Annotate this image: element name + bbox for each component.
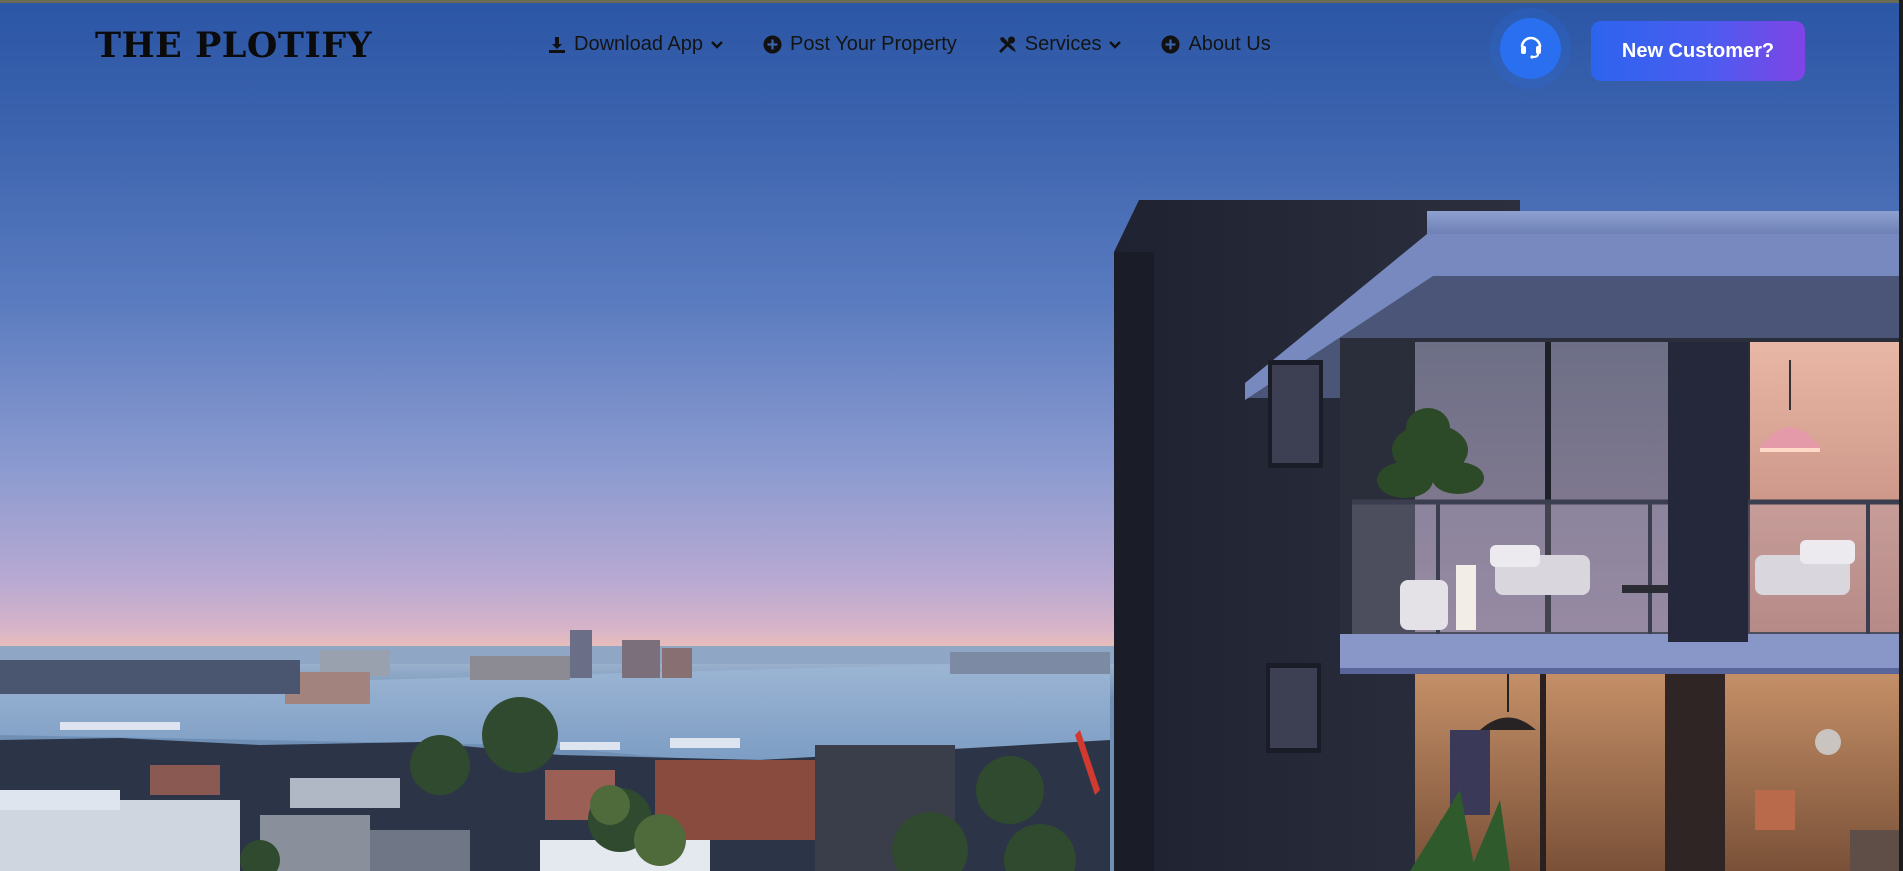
tools-icon: [997, 35, 1017, 55]
top-navbar: THE PLOTIFY Download App Post Your Prope…: [0, 3, 1903, 93]
nav-services[interactable]: Services: [997, 33, 1122, 56]
scrollbar[interactable]: [1899, 0, 1903, 871]
nav-post-property[interactable]: Post Your Property: [763, 33, 957, 56]
brand-logo[interactable]: THE PLOTIFY: [95, 25, 372, 66]
support-button[interactable]: [1500, 18, 1561, 79]
hero-banner: [0, 0, 1903, 871]
main-nav: Download App Post Your Property Services…: [548, 33, 1271, 56]
nav-about-us-label: About Us: [1188, 33, 1271, 55]
plus-circle-icon: [1161, 35, 1180, 54]
nav-services-label: Services: [1024, 33, 1102, 55]
hero-cityscape-image: [0, 200, 1903, 871]
nav-post-property-label: Post Your Property: [789, 33, 957, 55]
chevron-down-icon: [1109, 40, 1122, 50]
download-icon: [548, 36, 566, 54]
new-customer-button[interactable]: New Customer?: [1591, 21, 1805, 81]
nav-download-app-label: Download App: [574, 33, 703, 55]
nav-download-app[interactable]: Download App: [548, 33, 723, 56]
chevron-down-icon: [711, 40, 723, 50]
nav-about-us[interactable]: About Us: [1161, 33, 1271, 56]
plus-circle-icon: [763, 35, 782, 54]
headset-icon: [1518, 33, 1544, 64]
